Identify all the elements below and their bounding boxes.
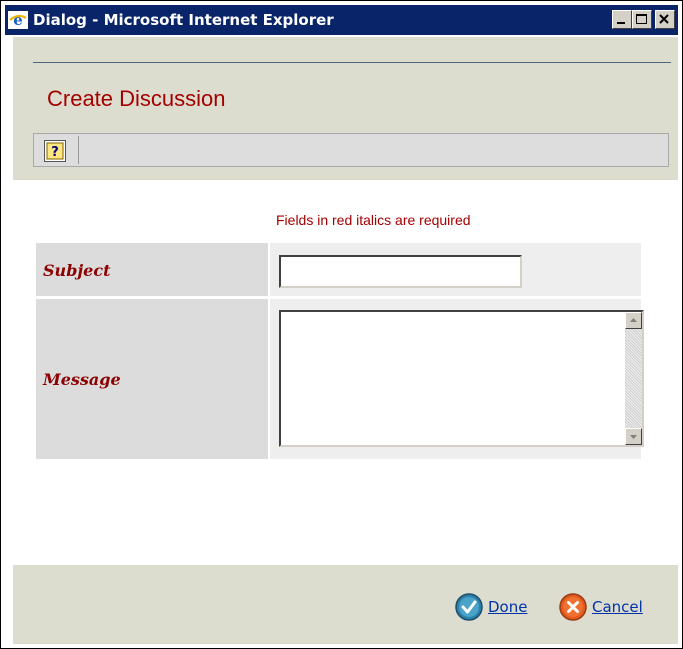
cancel-x-icon — [559, 593, 587, 621]
help-icon: ? — [46, 142, 64, 160]
subject-label: Subject — [43, 261, 111, 280]
close-button[interactable] — [655, 10, 675, 29]
form-area: Fields in red italics are required Subje… — [13, 180, 678, 565]
message-label: Message — [43, 370, 121, 389]
done-label[interactable]: Done — [488, 598, 527, 616]
required-fields-note: Fields in red italics are required — [276, 212, 471, 228]
ie-icon: e — [8, 11, 28, 29]
cancel-button[interactable]: Cancel — [558, 592, 643, 622]
svg-text:e: e — [13, 11, 23, 29]
subject-field-cell — [270, 243, 641, 296]
scroll-down-icon — [630, 435, 637, 439]
close-icon — [659, 14, 669, 24]
scroll-down-button[interactable] — [625, 428, 642, 445]
scroll-up-button[interactable] — [625, 312, 642, 329]
dialog-header: Create Discussion ? — [13, 37, 678, 180]
page-title: Create Discussion — [47, 86, 226, 111]
header-divider — [33, 62, 671, 63]
check-icon — [455, 593, 483, 621]
done-button[interactable]: Done — [454, 592, 527, 622]
minimize-icon — [617, 22, 625, 24]
scroll-up-icon — [630, 318, 637, 322]
svg-text:?: ? — [51, 145, 59, 160]
message-field-cell — [270, 299, 644, 459]
minimize-button[interactable] — [612, 10, 632, 29]
subject-input[interactable] — [279, 255, 522, 288]
window-title: Dialog - Microsoft Internet Explorer — [33, 11, 334, 29]
help-button[interactable]: ? — [44, 140, 66, 162]
message-scrollbar[interactable] — [625, 312, 642, 445]
subject-label-cell: Subject — [36, 243, 268, 296]
maximize-icon — [636, 14, 647, 24]
cancel-label[interactable]: Cancel — [592, 598, 643, 616]
dialog-footer: Done Cancel — [13, 565, 678, 644]
toolbar: ? — [33, 133, 669, 167]
title-bar[interactable]: e Dialog - Microsoft Internet Explorer — [5, 5, 678, 35]
message-label-cell: Message — [36, 299, 268, 459]
message-textarea[interactable] — [279, 310, 644, 447]
toolbar-separator — [78, 136, 79, 164]
maximize-button[interactable] — [632, 10, 652, 29]
dialog-window: e Dialog - Microsoft Internet Explorer C… — [0, 0, 683, 649]
